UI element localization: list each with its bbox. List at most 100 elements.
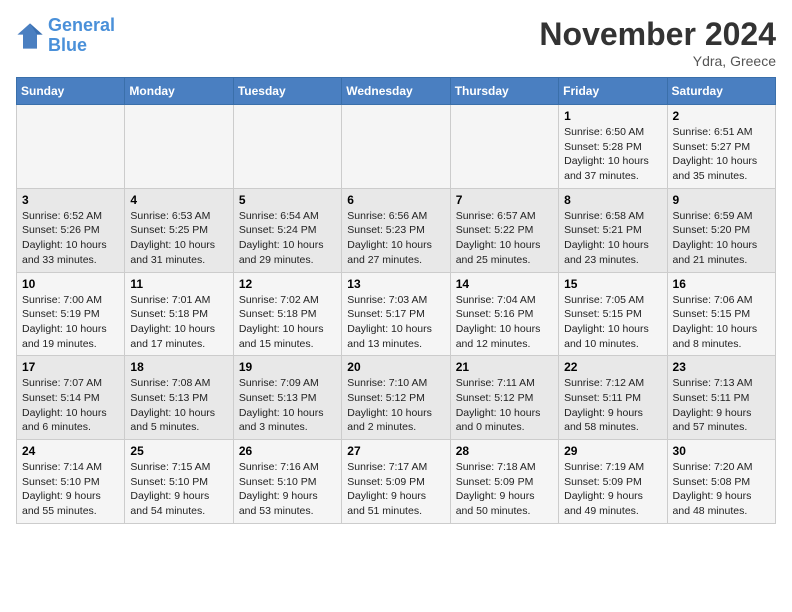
day-number: 17	[22, 360, 119, 374]
day-number: 27	[347, 444, 444, 458]
day-number: 16	[673, 277, 770, 291]
calendar-cell: 24 Sunrise: 7:14 AM Sunset: 5:10 PM Dayli…	[17, 440, 125, 524]
weekday-header: Wednesday	[342, 78, 450, 105]
calendar-table: SundayMondayTuesdayWednesdayThursdayFrid…	[16, 77, 776, 524]
day-number: 10	[22, 277, 119, 291]
weekday-header: Saturday	[667, 78, 775, 105]
calendar-cell: 7 Sunrise: 6:57 AM Sunset: 5:22 PM Daylig…	[450, 188, 558, 272]
calendar-cell: 3 Sunrise: 6:52 AM Sunset: 5:26 PM Daylig…	[17, 188, 125, 272]
calendar-week-row: 24 Sunrise: 7:14 AM Sunset: 5:10 PM Dayli…	[17, 440, 776, 524]
day-info: Sunrise: 7:07 AM Sunset: 5:14 PM Dayligh…	[22, 376, 119, 435]
day-number: 3	[22, 193, 119, 207]
calendar-cell: 9 Sunrise: 6:59 AM Sunset: 5:20 PM Daylig…	[667, 188, 775, 272]
day-info: Sunrise: 7:09 AM Sunset: 5:13 PM Dayligh…	[239, 376, 336, 435]
day-info: Sunrise: 7:14 AM Sunset: 5:10 PM Dayligh…	[22, 460, 119, 519]
location: Ydra, Greece	[539, 53, 776, 69]
day-info: Sunrise: 7:17 AM Sunset: 5:09 PM Dayligh…	[347, 460, 444, 519]
day-number: 26	[239, 444, 336, 458]
calendar-cell: 8 Sunrise: 6:58 AM Sunset: 5:21 PM Daylig…	[559, 188, 667, 272]
weekday-header-row: SundayMondayTuesdayWednesdayThursdayFrid…	[17, 78, 776, 105]
day-info: Sunrise: 6:56 AM Sunset: 5:23 PM Dayligh…	[347, 209, 444, 268]
day-info: Sunrise: 7:20 AM Sunset: 5:08 PM Dayligh…	[673, 460, 770, 519]
logo-icon	[16, 22, 44, 50]
day-number: 9	[673, 193, 770, 207]
calendar-cell: 20 Sunrise: 7:10 AM Sunset: 5:12 PM Dayli…	[342, 356, 450, 440]
calendar-cell	[233, 105, 341, 189]
calendar-cell: 2 Sunrise: 6:51 AM Sunset: 5:27 PM Daylig…	[667, 105, 775, 189]
day-number: 1	[564, 109, 661, 123]
day-number: 21	[456, 360, 553, 374]
day-number: 14	[456, 277, 553, 291]
calendar-cell: 23Sunrise: 7:13 AM Sunset: 5:11 PM Dayli…	[667, 356, 775, 440]
calendar-cell: 10 Sunrise: 7:00 AM Sunset: 5:19 PM Dayli…	[17, 272, 125, 356]
weekday-header: Thursday	[450, 78, 558, 105]
day-info: Sunrise: 7:19 AM Sunset: 5:09 PM Dayligh…	[564, 460, 661, 519]
calendar-cell: 21 Sunrise: 7:11 AM Sunset: 5:12 PM Dayli…	[450, 356, 558, 440]
day-number: 12	[239, 277, 336, 291]
day-number: 8	[564, 193, 661, 207]
day-number: 28	[456, 444, 553, 458]
day-number: 18	[130, 360, 227, 374]
calendar-week-row: 17 Sunrise: 7:07 AM Sunset: 5:14 PM Dayli…	[17, 356, 776, 440]
day-info: Sunrise: 6:51 AM Sunset: 5:27 PM Dayligh…	[673, 125, 770, 184]
day-number: 7	[456, 193, 553, 207]
day-info: Sunrise: 7:18 AM Sunset: 5:09 PM Dayligh…	[456, 460, 553, 519]
day-info: Sunrise: 6:53 AM Sunset: 5:25 PM Dayligh…	[130, 209, 227, 268]
day-number: 11	[130, 277, 227, 291]
day-number: 19	[239, 360, 336, 374]
page-header: General Blue November 2024 Ydra, Greece	[16, 16, 776, 69]
calendar-cell: 12 Sunrise: 7:02 AM Sunset: 5:18 PM Dayli…	[233, 272, 341, 356]
day-number: 24	[22, 444, 119, 458]
day-number: 23	[673, 360, 770, 374]
day-info: Sunrise: 6:50 AM Sunset: 5:28 PM Dayligh…	[564, 125, 661, 184]
day-number: 4	[130, 193, 227, 207]
calendar-cell: 13 Sunrise: 7:03 AM Sunset: 5:17 PM Dayli…	[342, 272, 450, 356]
calendar-cell: 14Sunrise: 7:04 AM Sunset: 5:16 PM Dayli…	[450, 272, 558, 356]
day-number: 25	[130, 444, 227, 458]
day-info: Sunrise: 7:16 AM Sunset: 5:10 PM Dayligh…	[239, 460, 336, 519]
calendar-week-row: 1 Sunrise: 6:50 AM Sunset: 5:28 PM Daylig…	[17, 105, 776, 189]
day-info: Sunrise: 7:08 AM Sunset: 5:13 PM Dayligh…	[130, 376, 227, 435]
day-number: 13	[347, 277, 444, 291]
day-info: Sunrise: 6:52 AM Sunset: 5:26 PM Dayligh…	[22, 209, 119, 268]
day-info: Sunrise: 7:15 AM Sunset: 5:10 PM Dayligh…	[130, 460, 227, 519]
day-number: 15	[564, 277, 661, 291]
day-number: 6	[347, 193, 444, 207]
logo: General Blue	[16, 16, 115, 56]
day-info: Sunrise: 7:00 AM Sunset: 5:19 PM Dayligh…	[22, 293, 119, 352]
title-block: November 2024 Ydra, Greece	[539, 16, 776, 69]
month-title: November 2024	[539, 16, 776, 53]
logo-text: General Blue	[48, 16, 115, 56]
day-info: Sunrise: 6:58 AM Sunset: 5:21 PM Dayligh…	[564, 209, 661, 268]
day-info: Sunrise: 6:57 AM Sunset: 5:22 PM Dayligh…	[456, 209, 553, 268]
day-info: Sunrise: 7:11 AM Sunset: 5:12 PM Dayligh…	[456, 376, 553, 435]
calendar-cell: 26 Sunrise: 7:16 AM Sunset: 5:10 PM Dayli…	[233, 440, 341, 524]
calendar-cell: 4 Sunrise: 6:53 AM Sunset: 5:25 PM Daylig…	[125, 188, 233, 272]
day-info: Sunrise: 7:02 AM Sunset: 5:18 PM Dayligh…	[239, 293, 336, 352]
calendar-cell	[125, 105, 233, 189]
calendar-cell: 25 Sunrise: 7:15 AM Sunset: 5:10 PM Dayli…	[125, 440, 233, 524]
calendar-cell: 5Sunrise: 6:54 AM Sunset: 5:24 PM Daylig…	[233, 188, 341, 272]
calendar-cell	[342, 105, 450, 189]
calendar-cell: 18 Sunrise: 7:08 AM Sunset: 5:13 PM Dayli…	[125, 356, 233, 440]
calendar-week-row: 10 Sunrise: 7:00 AM Sunset: 5:19 PM Dayli…	[17, 272, 776, 356]
calendar-cell: 22Sunrise: 7:12 AM Sunset: 5:11 PM Dayli…	[559, 356, 667, 440]
weekday-header: Sunday	[17, 78, 125, 105]
day-info: Sunrise: 7:10 AM Sunset: 5:12 PM Dayligh…	[347, 376, 444, 435]
calendar-cell: 6 Sunrise: 6:56 AM Sunset: 5:23 PM Daylig…	[342, 188, 450, 272]
day-number: 20	[347, 360, 444, 374]
day-info: Sunrise: 7:03 AM Sunset: 5:17 PM Dayligh…	[347, 293, 444, 352]
day-info: Sunrise: 6:54 AM Sunset: 5:24 PM Dayligh…	[239, 209, 336, 268]
day-number: 30	[673, 444, 770, 458]
day-number: 22	[564, 360, 661, 374]
day-number: 2	[673, 109, 770, 123]
day-info: Sunrise: 6:59 AM Sunset: 5:20 PM Dayligh…	[673, 209, 770, 268]
calendar-cell: 28 Sunrise: 7:18 AM Sunset: 5:09 PM Dayli…	[450, 440, 558, 524]
calendar-cell: 27 Sunrise: 7:17 AM Sunset: 5:09 PM Dayli…	[342, 440, 450, 524]
calendar-cell: 11Sunrise: 7:01 AM Sunset: 5:18 PM Dayli…	[125, 272, 233, 356]
calendar-cell: 16Sunrise: 7:06 AM Sunset: 5:15 PM Dayli…	[667, 272, 775, 356]
calendar-cell: 19 Sunrise: 7:09 AM Sunset: 5:13 PM Dayli…	[233, 356, 341, 440]
calendar-cell: 30 Sunrise: 7:20 AM Sunset: 5:08 PM Dayli…	[667, 440, 775, 524]
calendar-cell: 17 Sunrise: 7:07 AM Sunset: 5:14 PM Dayli…	[17, 356, 125, 440]
calendar-cell	[17, 105, 125, 189]
